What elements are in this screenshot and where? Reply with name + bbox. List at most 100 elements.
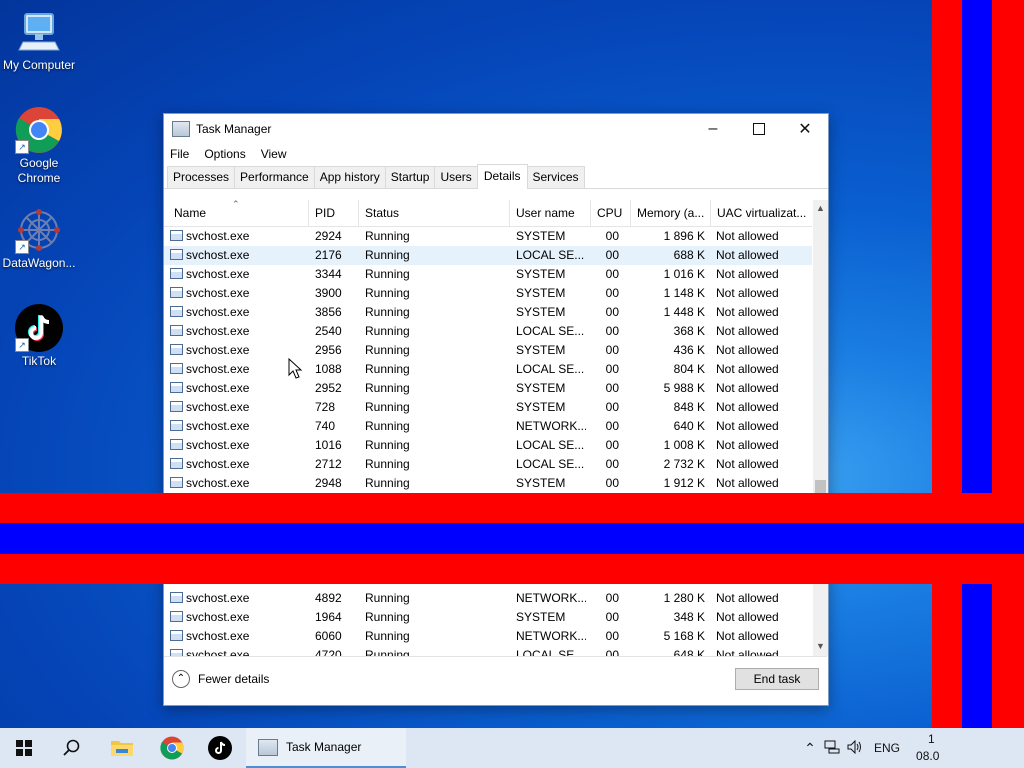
cell-uac: Not allowed (716, 591, 779, 605)
table-row[interactable]: svchost.exe 2540 Running LOCAL SE... 00 368 K… (164, 322, 812, 341)
shortcut-arrow-icon: ↗ (15, 240, 29, 254)
table-row[interactable]: svchost.exe 740 Running NETWORK... 00 640 K No… (164, 417, 812, 436)
process-icon (170, 268, 183, 279)
cell-memory: 348 K (673, 610, 705, 624)
desktop-icon-google-chrome[interactable]: ↗ Google Chrome (0, 106, 78, 186)
cell-memory: 640 K (673, 419, 705, 433)
menu-file[interactable]: File (170, 147, 189, 161)
title-bar[interactable]: Task Manager – ✕ (164, 114, 828, 144)
vertical-scrollbar[interactable]: ▲ ▼ (813, 200, 828, 656)
column-header-user-name[interactable]: User name (510, 200, 591, 226)
show-hidden-icons-chevron-icon[interactable]: ⌃ (800, 740, 820, 757)
table-row[interactable]: svchost.exe 2176 Running LOCAL SE... 00 688 K… (164, 246, 812, 265)
cell-memory: 5 168 K (663, 629, 705, 643)
tab-performance[interactable]: Performance (234, 166, 315, 188)
folder-icon (111, 741, 133, 756)
cell-status: Running (365, 457, 410, 471)
cell-name: svchost.exe (186, 267, 250, 281)
table-row[interactable]: svchost.exe 2948 Running SYSTEM 00 1 912 K Not… (164, 474, 812, 493)
table-row[interactable]: svchost.exe 728 Running SYSTEM 00 848 K Not al… (164, 398, 812, 417)
process-icon (170, 249, 183, 260)
end-task-button[interactable]: End task (735, 668, 819, 690)
cell-uac: Not allowed (716, 610, 779, 624)
chrome-taskbar-button[interactable] (148, 728, 196, 768)
cell-name: svchost.exe (186, 610, 250, 624)
cell-uac: Not allowed (716, 362, 779, 376)
datawagon-icon: ↗ (15, 206, 63, 254)
column-header-uac[interactable]: UAC virtualizat... (711, 200, 812, 226)
cell-name: svchost.exe (186, 591, 250, 605)
tab-startup[interactable]: Startup (384, 166, 436, 188)
cell-status: Running (365, 267, 410, 281)
task-manager-taskbar-button[interactable]: Task Manager (246, 728, 406, 768)
table-row[interactable]: svchost.exe 2924 Running SYSTEM 00 1 896 K Not… (164, 227, 812, 246)
column-header-cpu[interactable]: CPU (591, 200, 631, 226)
tab-users[interactable]: Users (434, 166, 478, 188)
column-header-name[interactable]: Name ⌃ (164, 200, 309, 226)
table-row[interactable]: svchost.exe 1088 Running LOCAL SE... 00 804 K… (164, 360, 812, 379)
cell-pid: 1016 (315, 438, 342, 452)
process-icon (170, 458, 183, 469)
menu-view[interactable]: View (261, 147, 287, 161)
desktop-icon-label: DataWagon... (2, 256, 76, 270)
cell-uac: Not allowed (716, 286, 779, 300)
cell-uac: Not allowed (716, 229, 779, 243)
start-button[interactable] (0, 728, 48, 768)
table-row[interactable]: svchost.exe 3856 Running SYSTEM 00 1 448 K Not… (164, 303, 812, 322)
column-header-memory[interactable]: Memory (a... (631, 200, 711, 226)
cell-status: Running (365, 229, 410, 243)
clock[interactable]: 1 08.0 (916, 731, 939, 765)
volume-icon[interactable] (844, 739, 866, 757)
table-row[interactable]: svchost.exe 4892 Running NETWORK... 00 1 280 … (164, 589, 812, 608)
fewer-details-label: Fewer details (198, 672, 270, 686)
minimize-icon: – (708, 120, 718, 137)
cell-status: Running (365, 419, 410, 433)
column-header-status[interactable]: Status (359, 200, 510, 226)
clock-time-partial: 1 (928, 732, 935, 746)
table-row[interactable]: svchost.exe 1964 Running SYSTEM 00 348 K Not a… (164, 608, 812, 627)
tab-app-history[interactable]: App history (313, 166, 386, 188)
cell-uac: Not allowed (716, 248, 779, 262)
tab-details[interactable]: Details (476, 164, 528, 189)
close-button[interactable]: ✕ (782, 114, 828, 144)
desktop-icon-my-computer[interactable]: My Computer (0, 8, 78, 73)
cell-uac: Not allowed (716, 629, 779, 643)
maximize-button[interactable] (736, 114, 782, 144)
search-button[interactable] (48, 728, 96, 768)
minimize-button[interactable]: – (690, 114, 736, 144)
process-icon (170, 611, 183, 622)
cell-user-name: LOCAL SE... (516, 324, 585, 338)
flag-stripe-horizontal-blue (0, 523, 1024, 554)
scroll-down-icon[interactable]: ▼ (816, 641, 825, 651)
tab-services[interactable]: Services (526, 166, 585, 188)
table-row[interactable]: svchost.exe 3344 Running SYSTEM 00 1 016 K Not… (164, 265, 812, 284)
table-row[interactable]: svchost.exe 2956 Running SYSTEM 00 436 K Not a… (164, 341, 812, 360)
table-row[interactable]: svchost.exe 2712 Running LOCAL SE... 00 2 732… (164, 455, 812, 474)
table-row[interactable]: svchost.exe 2952 Running SYSTEM 00 5 988 K Not… (164, 379, 812, 398)
file-explorer-button[interactable] (98, 728, 146, 768)
process-icon (170, 306, 183, 317)
network-icon[interactable] (820, 740, 844, 757)
process-icon (170, 344, 183, 355)
menu-options[interactable]: Options (204, 147, 245, 161)
taskbar: Task Manager ⌃ ENG 1 08.0 (0, 728, 1024, 768)
desktop-icon-tiktok[interactable]: ↗ TikTok (0, 304, 78, 369)
cell-cpu: 00 (605, 400, 619, 414)
cell-cpu: 00 (605, 248, 619, 262)
cell-memory: 1 016 K (663, 267, 705, 281)
tab-processes[interactable]: Processes (167, 166, 236, 188)
tiktok-taskbar-button[interactable] (196, 728, 244, 768)
process-icon (170, 325, 183, 336)
language-indicator[interactable]: ENG (874, 741, 900, 755)
table-row[interactable]: svchost.exe 1016 Running LOCAL SE... 00 1 008… (164, 436, 812, 455)
process-icon (170, 420, 183, 431)
column-header-pid[interactable]: PID (309, 200, 359, 226)
table-row[interactable]: svchost.exe 6060 Running NETWORK... 00 5 168 … (164, 627, 812, 646)
cell-cpu: 00 (605, 438, 619, 452)
fewer-details-button[interactable]: ⌃ Fewer details (172, 670, 269, 688)
cell-cpu: 00 (605, 591, 619, 605)
table-row[interactable]: svchost.exe 3900 Running SYSTEM 00 1 148 K Not… (164, 284, 812, 303)
desktop-icon-datawagon[interactable]: ↗ DataWagon... (0, 206, 78, 271)
cell-memory: 1 148 K (663, 286, 705, 300)
scroll-up-icon[interactable]: ▲ (816, 203, 825, 213)
